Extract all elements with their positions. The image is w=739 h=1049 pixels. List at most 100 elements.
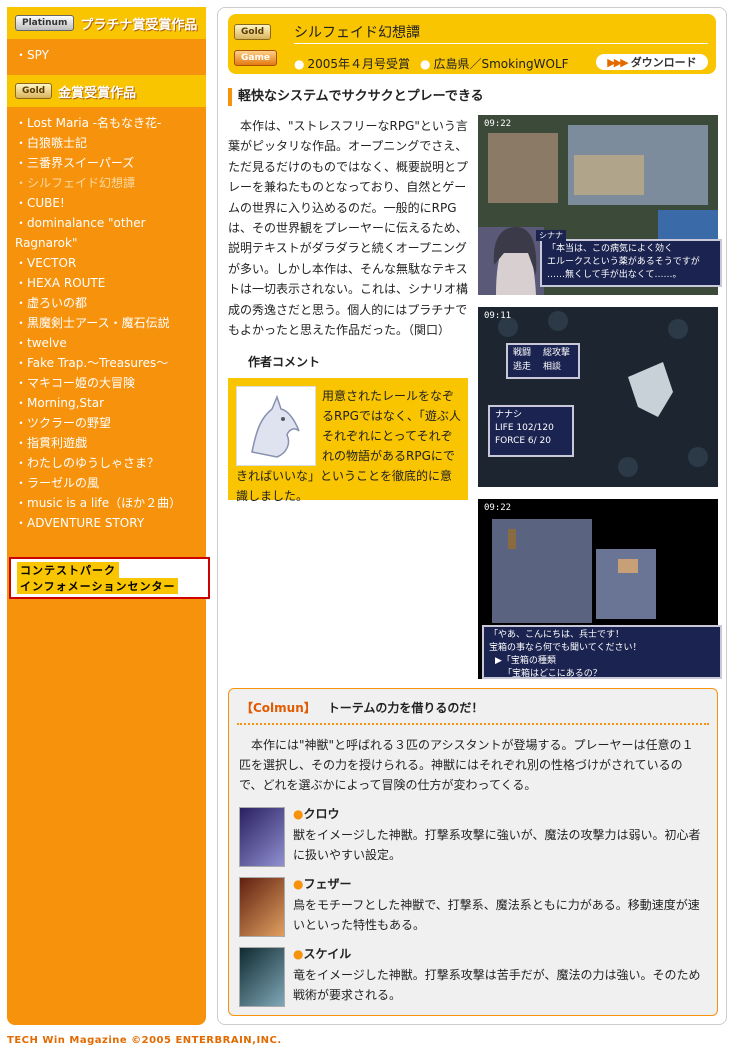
- creature-name-text: クロウ: [303, 807, 340, 821]
- sidebar-link[interactable]: ・VECTOR: [15, 253, 196, 273]
- sidebar-link[interactable]: ・SPY: [15, 45, 196, 65]
- sidebar-link[interactable]: ・CUBE!: [15, 193, 196, 213]
- bullet-icon: ●: [294, 57, 305, 71]
- sidebar-link[interactable]: ・わたしのゆうしゃさま？: [15, 453, 196, 473]
- award-date: ● 2005年４月号受賞: [294, 55, 410, 72]
- creature-scale: ●スケイル 竜をイメージした神獣。打撃系攻撃は苦手だが、魔法の力は強い。そのため…: [239, 945, 709, 1007]
- info-center-banner[interactable]: コンテストパーク インフォメーションセンター: [9, 557, 210, 599]
- article-heading: 軽快なシステムでサクサクとプレーできる: [228, 88, 484, 106]
- feather-image: [239, 877, 285, 937]
- title-box: Gold Game シルフェイド幻想譚 ● 2005年４月号受賞 ● 広島県／Smo…: [228, 14, 716, 74]
- download-label: ダウンロード: [630, 56, 697, 69]
- char-name: ナナシ: [495, 410, 523, 420]
- sidebar-link[interactable]: ・指貫利遊戯: [15, 433, 196, 453]
- dialog-1: 「本当は、この病気によく効く エルークスという薬があるそうですが ……無くして手…: [540, 239, 722, 287]
- creature-name-text: スケイル: [303, 947, 352, 961]
- sidebar: Platinum プラチナ賞受賞作品 ・SPY Gold 金賞受賞作品 ・Los…: [7, 7, 210, 1025]
- sidebar-link[interactable]: ・Lost Maria -名もなき花-: [15, 113, 196, 133]
- sidebar-link[interactable]: ・ツクラーの野望: [15, 413, 196, 433]
- dialog-line: エルークスという薬があるそうですが: [547, 257, 700, 267]
- menu-item: 総攻撃: [543, 348, 571, 358]
- footer-copyright: TECH Win Magazine ©2005 ENTERBRAIN,INC.: [7, 1035, 282, 1046]
- bullet-icon: ●: [293, 807, 304, 821]
- life-label: LIFE: [495, 423, 514, 433]
- menu-item: 逃走: [513, 362, 532, 372]
- sidebar-link[interactable]: ・ラーゼルの風: [15, 473, 196, 493]
- creature-desc: 鳥をモチーフとした神獣で、打撃系、魔法系ともに力がある。移動速度が速いといった特…: [293, 898, 700, 932]
- speaker-name: シナナ: [536, 230, 566, 241]
- life-value: 102/120: [516, 423, 554, 433]
- clock-3: 09:22: [484, 503, 512, 513]
- sidebar-link[interactable]: ・ADVENTURE STORY: [15, 513, 196, 533]
- clock-2: 09:11: [484, 311, 512, 321]
- dialog-line: ……無くして手が出なくて……。: [547, 270, 682, 280]
- author-text: 広島県／SmokingWOLF: [433, 57, 569, 71]
- sidebar-link[interactable]: ・HEXA ROUTE: [15, 273, 196, 293]
- author: ● 広島県／SmokingWOLF: [420, 55, 569, 72]
- sidebar-link[interactable]: ・music is a life（ほか２曲）: [15, 493, 196, 513]
- bullet-icon: ●: [420, 57, 431, 71]
- creature-crow: ●クロウ 獣をイメージした神獣。打撃系攻撃に強いが、魔法の攻撃力は弱い。初心者に…: [239, 805, 709, 867]
- column-intro: 本作には"神獣"と呼ばれる３匹のアシスタントが登場する。プレーヤーは任意の１匹を…: [239, 738, 694, 792]
- sidebar-link[interactable]: ・黒魔剣士アース・魔石伝説: [15, 313, 196, 333]
- sidebar-link[interactable]: ・twelve: [15, 333, 196, 353]
- column-heading: 【Colmun】 トーテムの力を借りるのだ！: [241, 699, 483, 716]
- gold-list: ・Lost Maria -名もなき花- ・白狼嗾士記 ・三番界スイーパーズ・シルフェ…: [7, 107, 206, 543]
- column-box: 【Colmun】 トーテムの力を借りるのだ！ 本作には"神獣"と呼ばれる３匹のアシ…: [228, 688, 718, 1016]
- info-banner-line1: コンテストパーク: [17, 562, 119, 578]
- comment-heading: 作者コメント: [248, 355, 321, 369]
- creature-desc: 獣をイメージした神獣。打撃系攻撃に強いが、魔法の攻撃力は弱い。初心者に扱いやすい…: [293, 828, 701, 862]
- sidebar-link[interactable]: ・Fake Trap.～Treasures～: [15, 353, 196, 373]
- life-row: LIFE 102/120: [495, 422, 567, 435]
- platinum-section-header: Platinum プラチナ賞受賞作品: [7, 7, 206, 39]
- force-row: FORCE 6/ 20: [495, 435, 567, 448]
- force-label: FORCE: [495, 436, 526, 446]
- clock-1: 09:22: [484, 119, 512, 129]
- platinum-title: プラチナ賞受賞作品: [80, 17, 198, 33]
- divider: [294, 43, 708, 44]
- dialog-line: 「本当は、この病気によく効く: [547, 244, 674, 254]
- gold-section-header: Gold 金賞受賞作品: [7, 75, 206, 107]
- game-screenshot-2: 09:11 戦闘 総攻撃 逃走 相談 ナナシ LIFE 102/120 FORCE …: [478, 307, 718, 487]
- award-date-text: 2005年４月号受賞: [307, 57, 411, 71]
- sidebar-link: ・シルフェイド幻想譚: [15, 176, 136, 190]
- creature-desc: 竜をイメージした神獣。打撃系攻撃は苦手だが、魔法の力は強い。そのため戦術が要求さ…: [293, 968, 701, 1002]
- dialog-line: 「宝箱はどこにあるの？: [503, 669, 602, 679]
- bullet-icon: ●: [293, 947, 304, 961]
- sidebar-link[interactable]: ・三番界スイーパーズ: [15, 153, 196, 173]
- arrow-icon: ▶▶▶: [607, 55, 628, 69]
- download-button[interactable]: ▶▶▶ ダウンロード: [596, 54, 708, 70]
- sidebar-link[interactable]: ・虚ろいの都: [15, 293, 196, 313]
- crow-image: [239, 807, 285, 867]
- game-screenshot-1: 09:22 「本当は、この病気によく効く エルークスという薬があるそうですが ……: [478, 115, 722, 295]
- dialog-line: 「やあ、こんにちは、兵士です！: [489, 630, 625, 640]
- battle-menu: 戦闘 総攻撃 逃走 相談: [506, 343, 580, 379]
- sidebar-link[interactable]: ・Morning,Star: [15, 393, 196, 413]
- creature-name: ●クロウ: [293, 805, 340, 822]
- menu-item: 戦闘: [513, 348, 532, 358]
- platinum-badge: Platinum: [15, 15, 75, 31]
- sidebar-link[interactable]: ・マキコー姫の大冒険: [15, 373, 196, 393]
- creature-name: ●フェザー: [293, 875, 352, 892]
- bullet-icon: ●: [293, 877, 304, 891]
- creature-feather: ●フェザー 鳥をモチーフとした神獣で、打撃系、魔法系ともに力がある。移動速度が速…: [239, 875, 709, 937]
- author-comment-box: 用意されたレールをなぞるRPGではなく、「遊ぶ人それぞれにとってそれぞれの物語が…: [228, 378, 468, 503]
- status-window: ナナシ LIFE 102/120 FORCE 6/ 20: [488, 405, 574, 457]
- creature-name: ●スケイル: [293, 945, 351, 962]
- creature-name-text: フェザー: [303, 877, 352, 891]
- sidebar-link[interactable]: ・白狼嗾士記: [15, 133, 196, 153]
- force-value: 6/ 20: [527, 436, 551, 446]
- main-panel: Gold Game シルフェイド幻想譚 ● 2005年４月号受賞 ● 広島県／Smo…: [217, 7, 727, 1025]
- menu-item: 相談: [543, 362, 562, 372]
- scale-image: [239, 947, 285, 1007]
- dialog-line: 宝箱の事なら何でも聞いてください！: [489, 643, 642, 653]
- game-screenshot-3: 09:22 「やあ、こんにちは、兵士です！ 宝箱の事なら何でも聞いてください！ …: [478, 499, 722, 679]
- dialog-line: ▶「宝箱の種類: [495, 656, 556, 666]
- dotted-divider: [237, 723, 709, 725]
- column-tag: 【Colmun】: [241, 701, 316, 715]
- game-badge: Game: [234, 50, 277, 66]
- sidebar-link[interactable]: ・dominalance "other Ragnarok": [15, 213, 196, 253]
- dialog-3: 「やあ、こんにちは、兵士です！ 宝箱の事なら何でも聞いてください！ ▶「宝箱の種…: [482, 625, 722, 679]
- platinum-list: ・SPY: [7, 39, 206, 75]
- gold-title: 金賞受賞作品: [58, 85, 137, 101]
